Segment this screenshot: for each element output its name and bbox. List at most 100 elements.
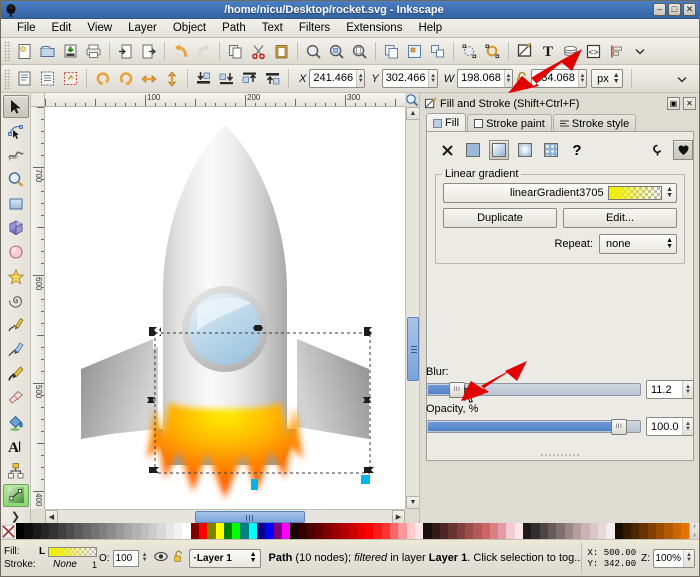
print-document-icon[interactable] — [82, 40, 105, 63]
menu-help[interactable]: Help — [410, 20, 450, 36]
lock-open-icon[interactable] — [173, 550, 184, 566]
new-document-icon[interactable] — [13, 40, 36, 63]
tab-stroke-paint[interactable]: Stroke paint — [467, 114, 552, 132]
menu-layer[interactable]: Layer — [120, 20, 165, 36]
palette-swatch[interactable] — [306, 523, 316, 539]
palette-swatch[interactable] — [572, 523, 582, 539]
menu-path[interactable]: Path — [214, 20, 254, 36]
palette-swatch[interactable] — [406, 523, 415, 539]
menu-edit[interactable]: Edit — [44, 20, 80, 36]
ellipse-tool[interactable] — [3, 241, 29, 264]
w-field[interactable]: 198.068 ▲ ▼ — [457, 69, 514, 88]
palette-swatch[interactable] — [531, 523, 540, 539]
vertical-scrollbar[interactable]: ▲ ▼ — [405, 107, 420, 509]
deselect-icon[interactable] — [59, 67, 82, 90]
palette-swatch[interactable] — [240, 523, 249, 539]
even-odd-fillrule-button[interactable] — [647, 140, 667, 160]
blur-slider[interactable]: III — [426, 382, 641, 398]
no-paint-button[interactable] — [437, 140, 457, 160]
undo-icon[interactable] — [169, 40, 192, 63]
pencil-tool[interactable] — [3, 314, 29, 337]
rotate-cw-icon[interactable] — [114, 67, 137, 90]
no-color-icon[interactable] — [1, 523, 16, 539]
lower-icon[interactable] — [215, 67, 238, 90]
palette-swatch[interactable] — [32, 523, 41, 539]
opacity-field-stepper[interactable]: ▲ ▼ — [142, 552, 148, 563]
palette-swatch[interactable] — [223, 523, 233, 539]
dock-float-icon[interactable]: ▣ — [667, 97, 680, 110]
blur-stepper[interactable]: ▲ ▼ — [682, 381, 693, 398]
palette-colors[interactable] — [16, 523, 690, 539]
scroll-down-arrow[interactable]: ▼ — [406, 496, 420, 509]
palette-swatch[interactable] — [331, 523, 341, 539]
palette-swatch[interactable] — [232, 523, 241, 539]
palette-swatch[interactable] — [265, 523, 274, 539]
xml-editor-icon[interactable]: <> — [582, 40, 605, 63]
duplicate-gradient-button[interactable]: Duplicate — [443, 208, 557, 228]
zoom-corner-icon[interactable] — [405, 93, 419, 107]
h-field-stepper[interactable]: ▲ ▼ — [577, 70, 587, 87]
zoom-page-icon[interactable] — [348, 40, 371, 63]
palette-swatch[interactable] — [182, 523, 191, 539]
pen-tool[interactable] — [3, 338, 29, 361]
palette-swatch[interactable] — [140, 523, 149, 539]
palette-swatch[interactable] — [323, 523, 332, 539]
y-field-stepper[interactable]: ▲ ▼ — [428, 70, 437, 87]
palette-swatch[interactable] — [473, 523, 482, 539]
eye-icon[interactable] — [153, 551, 168, 565]
open-document-icon[interactable] — [36, 40, 59, 63]
maximize-button[interactable]: □ — [668, 3, 681, 16]
palette-swatch[interactable] — [398, 523, 407, 539]
palette-swatch[interactable] — [622, 523, 632, 539]
palette-swatch[interactable] — [639, 523, 648, 539]
duplicate-icon[interactable] — [380, 40, 403, 63]
palette-swatch[interactable] — [257, 523, 266, 539]
units-selector[interactable]: px ▲ ▼ — [591, 69, 623, 88]
palette-swatch[interactable] — [190, 523, 199, 539]
paste-icon[interactable] — [270, 40, 293, 63]
zoom-tool[interactable] — [3, 168, 29, 191]
eraser-tool[interactable] — [3, 387, 29, 410]
palette-swatch[interactable] — [373, 523, 382, 539]
palette-swatch[interactable] — [282, 523, 291, 539]
palette-scroll[interactable]: ‹ › — [689, 523, 699, 539]
palette-swatch[interactable] — [489, 523, 499, 539]
palette-swatch[interactable] — [348, 523, 357, 539]
connector-tool[interactable] — [3, 459, 29, 482]
cut-icon[interactable] — [247, 40, 270, 63]
palette-swatch[interactable] — [448, 523, 457, 539]
save-document-icon[interactable] — [59, 40, 82, 63]
palette-swatch[interactable] — [664, 523, 673, 539]
blur-value-field[interactable]: 11.2 ▲ ▼ — [646, 380, 694, 399]
x-field-stepper[interactable]: ▲ ▼ — [356, 70, 365, 87]
fill-gradient-swatch[interactable] — [48, 546, 97, 557]
toolbar-grip[interactable] — [4, 68, 11, 89]
rectangle-tool[interactable] — [3, 192, 29, 215]
vertical-scroll-thumb[interactable] — [407, 317, 419, 381]
palette-swatch[interactable] — [315, 523, 324, 539]
horizontal-scroll-thumb[interactable] — [195, 511, 305, 523]
pattern-button[interactable] — [541, 140, 561, 160]
gradient-selector[interactable]: linearGradient3705 ▲ ▼ — [443, 183, 677, 203]
palette-swatch[interactable] — [40, 523, 50, 539]
opacity-stepper[interactable]: ▲ ▼ — [682, 418, 693, 435]
palette-swatch[interactable] — [506, 523, 515, 539]
star-tool[interactable] — [3, 265, 29, 288]
menu-file[interactable]: File — [9, 20, 44, 36]
opacity-field[interactable]: 100 — [112, 549, 139, 567]
palette-swatch[interactable] — [99, 523, 108, 539]
palette-swatch[interactable] — [581, 523, 590, 539]
zoom-selection-icon[interactable] — [302, 40, 325, 63]
palette-scroll-right-chevron-right-icon[interactable]: › — [693, 532, 695, 539]
palette-swatch[interactable] — [672, 523, 681, 539]
selector-tool[interactable] — [2, 95, 29, 119]
x-field[interactable]: 241.466 ▲ ▼ — [309, 69, 366, 88]
nonzero-fillrule-button[interactable] — [673, 140, 693, 160]
palette-swatch[interactable] — [464, 523, 474, 539]
palette-swatch[interactable] — [381, 523, 391, 539]
tab-stroke-style[interactable]: Stroke style — [552, 114, 637, 132]
palette-swatch[interactable] — [157, 523, 166, 539]
palette-swatch[interactable] — [24, 523, 33, 539]
palette-swatch[interactable] — [523, 523, 532, 539]
palette-swatch[interactable] — [514, 523, 524, 539]
